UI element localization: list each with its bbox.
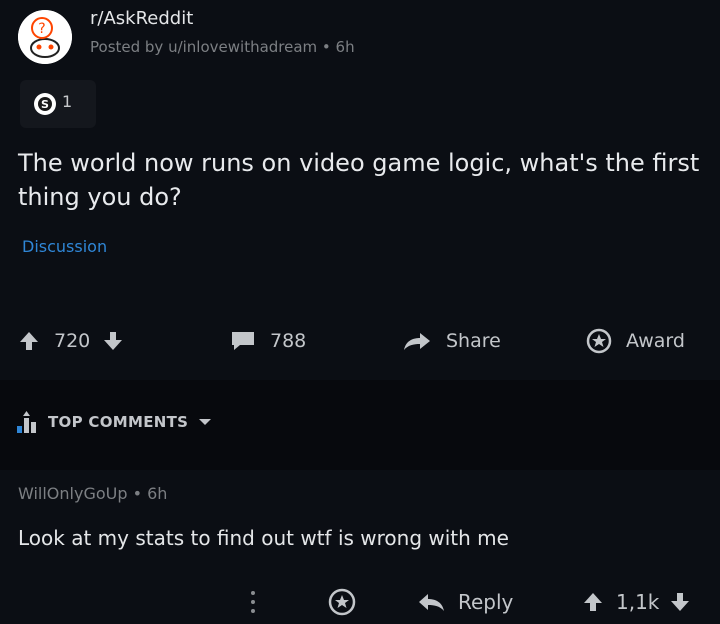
award-label: Award	[626, 330, 685, 352]
award-count: 1	[62, 92, 73, 111]
post-action-bar: 720 788 Share Award	[0, 318, 720, 364]
vote-group: 720	[18, 318, 124, 364]
reply-label: Reply	[458, 590, 514, 614]
comment-author[interactable]: WillOnlyGoUp • 6h	[18, 484, 167, 503]
comment-icon	[230, 330, 256, 352]
comments-button[interactable]: 788	[230, 318, 306, 364]
reply-icon	[418, 591, 446, 613]
subreddit-avatar-icon[interactable]: ?	[18, 10, 72, 64]
award-button[interactable]: Award	[586, 318, 685, 364]
subreddit-name[interactable]: r/AskReddit	[90, 8, 193, 29]
share-label: Share	[446, 330, 501, 352]
svg-text:?: ?	[38, 21, 45, 37]
coin-award-icon: S	[34, 93, 56, 115]
share-button[interactable]: Share	[402, 318, 501, 364]
comment-action-bar: Reply 1,1k	[0, 580, 720, 624]
post-header: ? r/AskReddit Posted by u/inlovewithadre…	[0, 0, 720, 90]
share-arrow-icon	[402, 330, 432, 352]
sort-label: TOP COMMENTS	[48, 413, 189, 431]
award-chip[interactable]: S 1	[20, 80, 96, 128]
comment-award-icon[interactable]	[328, 580, 356, 624]
comment-downvote-icon[interactable]	[669, 591, 691, 613]
comment-upvote-icon[interactable]	[582, 591, 604, 613]
more-icon[interactable]	[248, 580, 258, 624]
svg-text:S: S	[41, 98, 49, 111]
downvote-icon[interactable]	[102, 330, 124, 352]
caret-down-icon	[198, 417, 212, 427]
award-icon	[586, 328, 612, 354]
reply-button[interactable]: Reply	[418, 580, 513, 624]
posted-by[interactable]: Posted by u/inlovewithadream • 6h	[90, 38, 355, 56]
comments-sort[interactable]: TOP COMMENTS	[16, 410, 212, 434]
post-title: The world now runs on video game logic, …	[18, 149, 700, 211]
post-vote-count: 720	[54, 330, 91, 352]
upvote-icon[interactable]	[18, 330, 40, 352]
comment-body: Look at my stats to find out wtf is wron…	[18, 526, 509, 550]
sort-bars-icon	[16, 410, 38, 434]
comment-vote-count: 1,1k	[616, 590, 660, 614]
post-flair[interactable]: Discussion	[22, 237, 107, 256]
comment-count: 788	[270, 330, 307, 352]
comment-vote-group: 1,1k	[582, 580, 691, 624]
